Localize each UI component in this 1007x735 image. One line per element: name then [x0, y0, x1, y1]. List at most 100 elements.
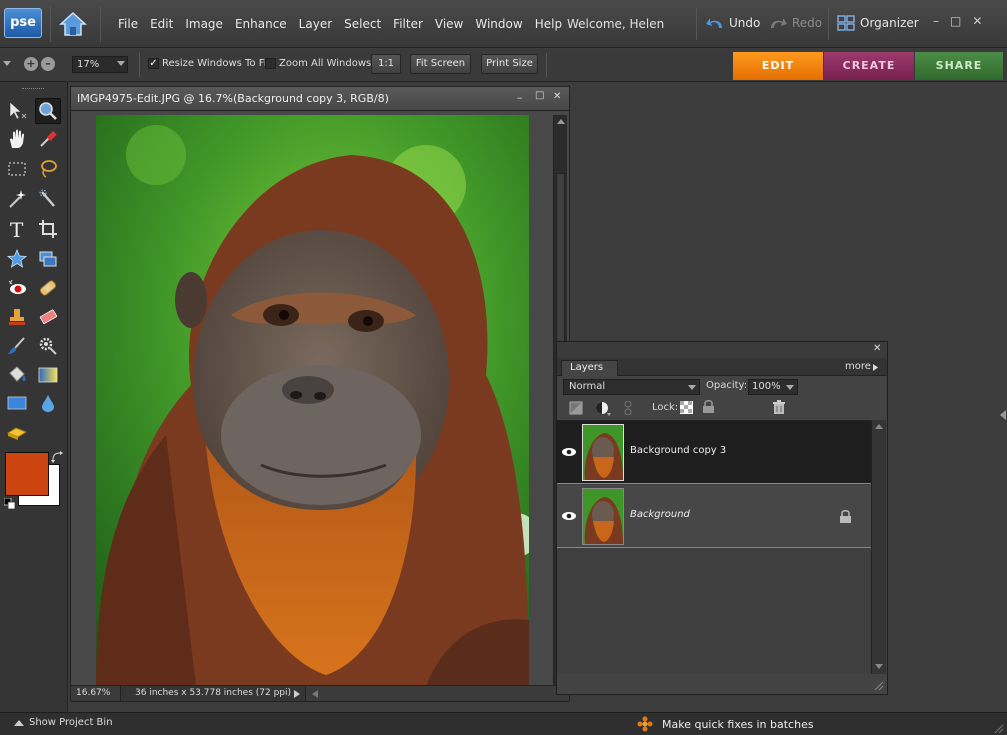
red-eye-tool[interactable] [4, 275, 30, 301]
chevron-right-icon[interactable] [873, 364, 878, 371]
star-icon [6, 248, 28, 268]
foreground-color-swatch[interactable] [5, 452, 49, 496]
document-title-bar[interactable]: IMGP4975-Edit.JPG @ 16.7%(Background cop… [71, 87, 569, 111]
project-bin-label: Show Project Bin [29, 717, 113, 728]
blend-mode-select[interactable]: Normal [563, 379, 700, 395]
eyedropper-tool[interactable] [35, 126, 61, 152]
chevron-down-icon[interactable] [3, 61, 11, 67]
tab-edit[interactable]: EDIT [733, 52, 823, 80]
gradient-tool[interactable] [35, 362, 61, 388]
menu-help[interactable]: Help [529, 17, 568, 31]
scroll-down-icon[interactable] [875, 664, 883, 670]
paint-bucket-tool[interactable] [4, 362, 30, 388]
resize-grip-icon[interactable] [992, 722, 1004, 734]
menu-layer[interactable]: Layer [293, 17, 338, 31]
swap-colors-icon[interactable] [51, 451, 63, 463]
lock-all-icon[interactable] [702, 399, 715, 414]
spot-healing-tool[interactable] [35, 275, 61, 301]
home-button[interactable] [58, 10, 88, 38]
eye-icon[interactable] [560, 507, 578, 525]
new-layer-icon[interactable] [569, 401, 583, 415]
scroll-up-icon[interactable] [875, 423, 883, 429]
chevron-right-icon[interactable] [294, 690, 300, 698]
layer-row-selected[interactable]: Background copy 3 [557, 421, 871, 484]
zoom-in-button[interactable]: + [24, 57, 38, 71]
minimize-icon[interactable]: – [517, 91, 523, 104]
shape-tool[interactable] [4, 390, 30, 416]
sponge-tool[interactable] [4, 419, 30, 445]
rectangular-marquee-icon [8, 162, 26, 176]
flower-icon [637, 716, 653, 732]
lock-transparency-icon[interactable] [680, 401, 693, 414]
menu-file[interactable]: File [112, 17, 144, 31]
image-canvas[interactable] [96, 115, 529, 686]
default-colors-icon[interactable] [4, 498, 16, 510]
trash-icon[interactable] [772, 400, 786, 415]
scroll-up-icon[interactable] [557, 118, 565, 124]
minimize-icon[interactable]: – [933, 14, 939, 28]
crop-tool[interactable] [35, 216, 61, 242]
tab-share[interactable]: SHARE [915, 52, 1003, 80]
tip-link[interactable]: Make quick fixes in batches [636, 716, 814, 732]
straighten-tool[interactable] [35, 246, 61, 272]
tab-layers[interactable]: Layers [561, 360, 619, 376]
smart-brush-tool[interactable] [35, 333, 61, 359]
close-icon[interactable]: ✕ [972, 14, 982, 28]
panel-header[interactable]: ✕ [557, 342, 887, 358]
close-icon[interactable]: ✕ [873, 343, 881, 354]
zoom-readout: 16.67% [76, 688, 111, 698]
marquee-tool[interactable] [4, 156, 30, 182]
lock-icon [840, 510, 851, 523]
hand-tool[interactable] [4, 126, 30, 152]
zoom-all-windows-checkbox[interactable]: Zoom All Windows [265, 58, 371, 69]
show-project-bin-button[interactable]: Show Project Bin [14, 717, 113, 728]
actual-pixels-button[interactable]: 1:1 [371, 54, 401, 74]
dimensions-box[interactable]: 36 inches x 53.778 inches (72 ppi) [120, 686, 306, 701]
welcome-text: Welcome, Helen [567, 17, 665, 31]
layers-scrollbar[interactable] [871, 420, 886, 674]
magic-wand-tool[interactable] [4, 186, 30, 212]
print-size-button[interactable]: Print Size [481, 54, 538, 74]
type-tool[interactable]: T [4, 216, 30, 242]
link-layers-icon[interactable] [624, 401, 632, 415]
opacity-field[interactable]: 100% [748, 379, 798, 395]
menu-enhance[interactable]: Enhance [229, 17, 293, 31]
tip-text: Make quick fixes in batches [662, 717, 814, 731]
quick-selection-tool[interactable] [35, 186, 61, 212]
chevron-down-icon[interactable] [117, 61, 125, 67]
resize-grip-icon[interactable] [872, 679, 884, 691]
menu-image[interactable]: Image [179, 17, 229, 31]
resize-windows-checkbox[interactable]: ✓ Resize Windows To Fit [148, 58, 270, 69]
redo-button[interactable]: Redo [768, 15, 822, 31]
scroll-left-icon[interactable] [312, 690, 318, 698]
adjustment-layer-icon[interactable] [595, 401, 611, 416]
zoom-out-button[interactable]: – [41, 57, 55, 71]
brush-tool[interactable] [4, 333, 30, 359]
organizer-button[interactable]: Organizer [837, 15, 919, 31]
blur-tool[interactable] [35, 390, 61, 416]
zoom-level-field[interactable]: 17% [72, 56, 128, 73]
zoom-tool[interactable] [35, 98, 61, 124]
eye-icon[interactable] [560, 443, 578, 461]
menu-filter[interactable]: Filter [387, 17, 429, 31]
panel-more-menu[interactable]: more [845, 361, 871, 372]
tab-create[interactable]: CREATE [824, 52, 914, 80]
fit-screen-button[interactable]: Fit Screen [410, 54, 471, 74]
move-tool[interactable] [4, 98, 30, 124]
clone-stamp-tool[interactable] [4, 304, 30, 330]
lasso-tool[interactable] [35, 156, 61, 182]
maximize-icon[interactable]: □ [950, 14, 961, 28]
cookie-cutter-tool[interactable] [4, 246, 30, 272]
menu-window[interactable]: Window [469, 17, 528, 31]
menu-select[interactable]: Select [338, 17, 387, 31]
undo-button[interactable]: Undo [705, 15, 760, 31]
menu-edit[interactable]: Edit [144, 17, 179, 31]
menu-view[interactable]: View [429, 17, 469, 31]
magnifier-icon [39, 102, 57, 120]
eraser-tool[interactable] [35, 304, 61, 330]
layer-row[interactable]: Background [557, 485, 871, 548]
maximize-icon[interactable]: □ [535, 90, 544, 101]
resize-windows-label: Resize Windows To Fit [162, 58, 271, 69]
close-icon[interactable]: ✕ [553, 91, 561, 102]
panel-collapse-icon[interactable] [1000, 410, 1006, 420]
